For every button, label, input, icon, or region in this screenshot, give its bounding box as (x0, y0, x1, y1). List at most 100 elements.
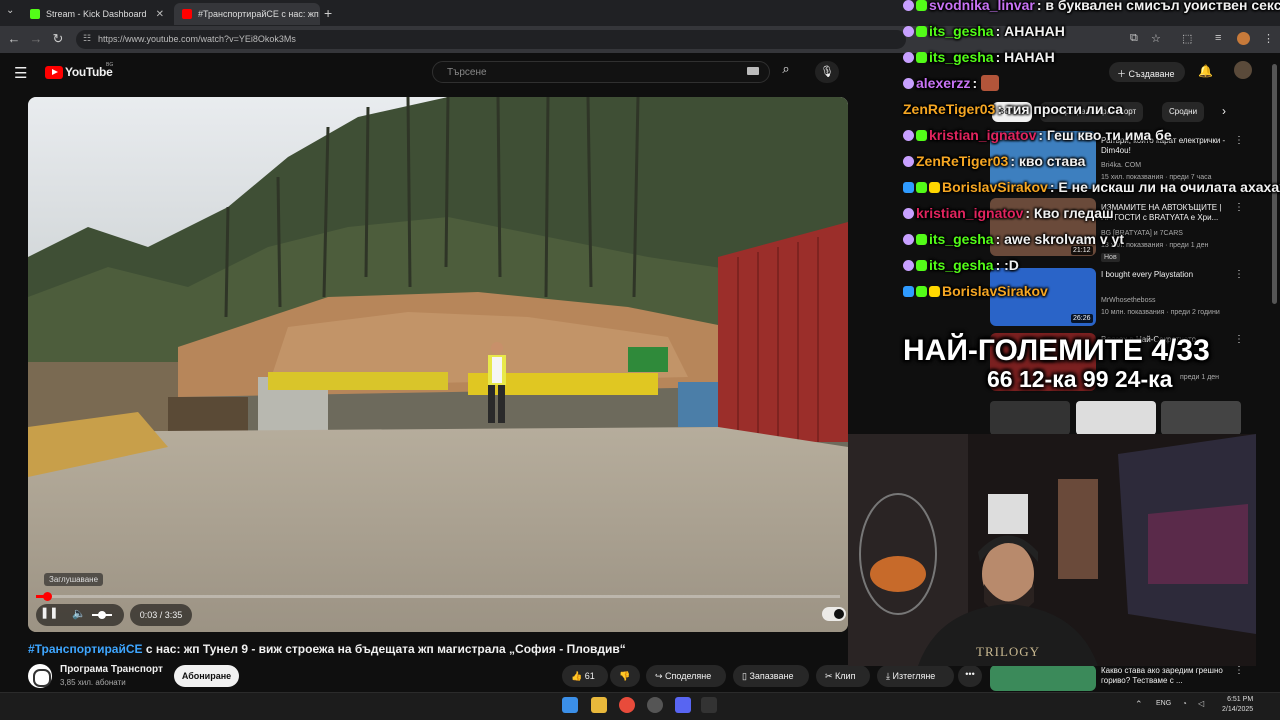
browser-tab-youtube[interactable]: #ТранспортирайСЕ с нас: жп Т... ✕ (174, 3, 320, 25)
obs-icon[interactable] (647, 697, 663, 713)
mod-badge-icon (903, 26, 914, 37)
rec-channel[interactable]: Bri4ka. COM (1101, 161, 1229, 170)
progress-bar[interactable] (36, 595, 840, 598)
rec-channel[interactable]: MrWhosetheboss (1101, 296, 1229, 305)
terminal-icon[interactable] (701, 697, 717, 713)
discord-icon[interactable] (675, 697, 691, 713)
chat-username: kristian_ignatov (929, 127, 1037, 143)
video-title: #ТранспортирайСЕ с нас: жп Тунел 9 - виж… (28, 642, 788, 656)
rec-menu-icon[interactable]: ⋮ (1234, 269, 1244, 280)
chat-username: its_gesha (929, 257, 994, 273)
subscribe-button[interactable]: Абониране (174, 665, 239, 687)
volume-button[interactable]: 🔈 (72, 607, 86, 620)
search-input[interactable]: Търсене (432, 61, 770, 83)
video-player[interactable] (28, 97, 848, 632)
sub-badge-icon (916, 26, 927, 37)
more-actions-button[interactable]: ••• (958, 665, 982, 687)
site-info-icon[interactable]: ☷ (83, 33, 91, 44)
clock[interactable]: 6:51 PM 2/14/2025 (1222, 695, 1253, 715)
short-thumbnail[interactable] (1161, 401, 1241, 435)
chat-username: BorislavSirakov (942, 179, 1048, 195)
autoplay-toggle[interactable] (822, 607, 846, 621)
account-avatar[interactable] (1234, 61, 1252, 79)
profile-avatar[interactable] (1237, 32, 1250, 45)
rec-title[interactable]: I bought every Playstation (1101, 270, 1229, 280)
save-button[interactable]: ▯ Запазване (733, 665, 809, 687)
clip-button[interactable]: ✂ Клип (816, 665, 870, 687)
rec-thumbnail[interactable] (990, 665, 1096, 691)
mod-badge-icon (903, 130, 914, 141)
youtube-favicon-icon (182, 9, 192, 19)
sub-badge-icon (916, 130, 927, 141)
create-button[interactable]: ＋ Създаване (1109, 62, 1185, 82)
stream-overlay-subtitle: 66 12-ка 99 24-ка (987, 366, 1173, 392)
progress-scrubber-handle[interactable] (43, 592, 52, 601)
rec-menu-icon[interactable]: ⋮ (1234, 665, 1244, 676)
browser-menu-icon[interactable]: ⋮ (1263, 32, 1274, 45)
hashtag-link[interactable]: #ТранспортирайСЕ (28, 642, 143, 656)
chip-related[interactable]: Сродни (1162, 102, 1205, 122)
keyboard-icon[interactable] (747, 67, 759, 75)
channel-avatar[interactable] (28, 664, 52, 688)
file-explorer-icon[interactable] (591, 697, 607, 713)
chat-username: kristian_ignatov (916, 205, 1024, 221)
install-app-icon[interactable]: ⧉ (1130, 32, 1138, 45)
stream-overlay-title: НАЙ-ГОЛЕМИТЕ 4/33 (903, 334, 1210, 367)
new-badge: Нов (1101, 253, 1120, 262)
mod-badge-icon (903, 156, 914, 167)
mod-badge-icon (903, 234, 914, 245)
rec-menu-icon[interactable]: ⋮ (1234, 202, 1244, 213)
tab-list-chevron-icon[interactable]: ⌄ (6, 5, 14, 16)
like-button[interactable]: 👍 61 (562, 665, 608, 687)
rec-menu-icon[interactable]: ⋮ (1234, 135, 1244, 146)
chat-username: svodnika_linvar (929, 0, 1035, 13)
volume-tray-icon[interactable]: ◁ (1198, 699, 1204, 708)
dislike-button[interactable]: 👎 (610, 665, 640, 687)
share-icon: ↪ (655, 671, 666, 681)
short-thumbnail[interactable] (990, 401, 1070, 435)
volume-slider-handle[interactable] (98, 611, 106, 619)
time-display: 0:03 / 3:35 (130, 604, 192, 626)
share-button[interactable]: ↪ Споделяне (646, 665, 726, 687)
forward-arrow-icon[interactable]: → (27, 31, 45, 46)
tray-chevron-icon[interactable]: ⌃ (1135, 699, 1143, 710)
windows-start-icon[interactable] (562, 697, 578, 713)
reload-icon[interactable]: ↻ (49, 31, 67, 47)
clip-label: Клип (835, 671, 856, 681)
streamer-webcam: TRILOGY (848, 434, 1256, 666)
url-field[interactable]: https://www.youtube.com/watch?v=YEi8Okok… (76, 30, 906, 49)
like-count: 61 (584, 671, 595, 681)
notifications-bell-icon[interactable]: 🔔 (1198, 64, 1213, 78)
channel-name[interactable]: Програма Транспорт (60, 664, 163, 675)
rec-title[interactable]: ИЗМАМИТЕ НА АВТОКЪЩИТЕ | НА ГОСТИ с BRAT… (1101, 203, 1229, 223)
download-button[interactable]: ⤓ Изтегляне (877, 665, 954, 687)
chrome-icon[interactable] (619, 697, 635, 713)
rec-menu-icon[interactable]: ⋮ (1234, 334, 1244, 345)
menu-icon[interactable]: ☰ (14, 64, 27, 82)
chat-username: BorislavSirakov (942, 283, 1048, 299)
back-arrow-icon[interactable]: ← (5, 31, 23, 46)
extensions-icon[interactable]: ⬚ (1182, 32, 1192, 45)
language-indicator[interactable]: ENG (1156, 700, 1171, 707)
pause-button[interactable]: ❚❚ (40, 606, 59, 624)
short-thumbnail[interactable] (1076, 401, 1156, 435)
browser-tab-kick[interactable]: Stream - Kick Dashboard ✕ (22, 3, 172, 25)
webcam-scene: TRILOGY (848, 434, 1256, 666)
new-tab-plus-icon[interactable]: + (324, 5, 332, 21)
pause-icon: ❚❚ (40, 607, 59, 619)
rec-title[interactable]: Какво става ако заредим грешно гориво? Т… (1101, 666, 1229, 686)
media-controls-icon[interactable]: ≡ (1215, 32, 1221, 44)
subscriber-count: 3,85 хил. абонати (60, 678, 126, 687)
thumbs-up-icon: 👍 (571, 671, 585, 681)
voice-search-button[interactable]: 🎙 (815, 61, 839, 83)
clock-date: 2/14/2025 (1222, 706, 1254, 713)
bookmark-star-icon[interactable]: ☆ (1151, 32, 1161, 45)
search-button[interactable]: ⌕ (772, 61, 800, 83)
close-icon[interactable]: ✕ (156, 9, 164, 20)
youtube-logo-icon[interactable] (45, 66, 63, 79)
more-dots-icon: ••• (965, 669, 975, 679)
network-icon[interactable]: ◔ (1182, 699, 1187, 708)
sub-badge-icon (916, 234, 927, 245)
chat-text: : Е не искаш ли на очилата ахахах (1049, 179, 1280, 195)
chevron-right-icon[interactable]: › (1222, 104, 1226, 118)
